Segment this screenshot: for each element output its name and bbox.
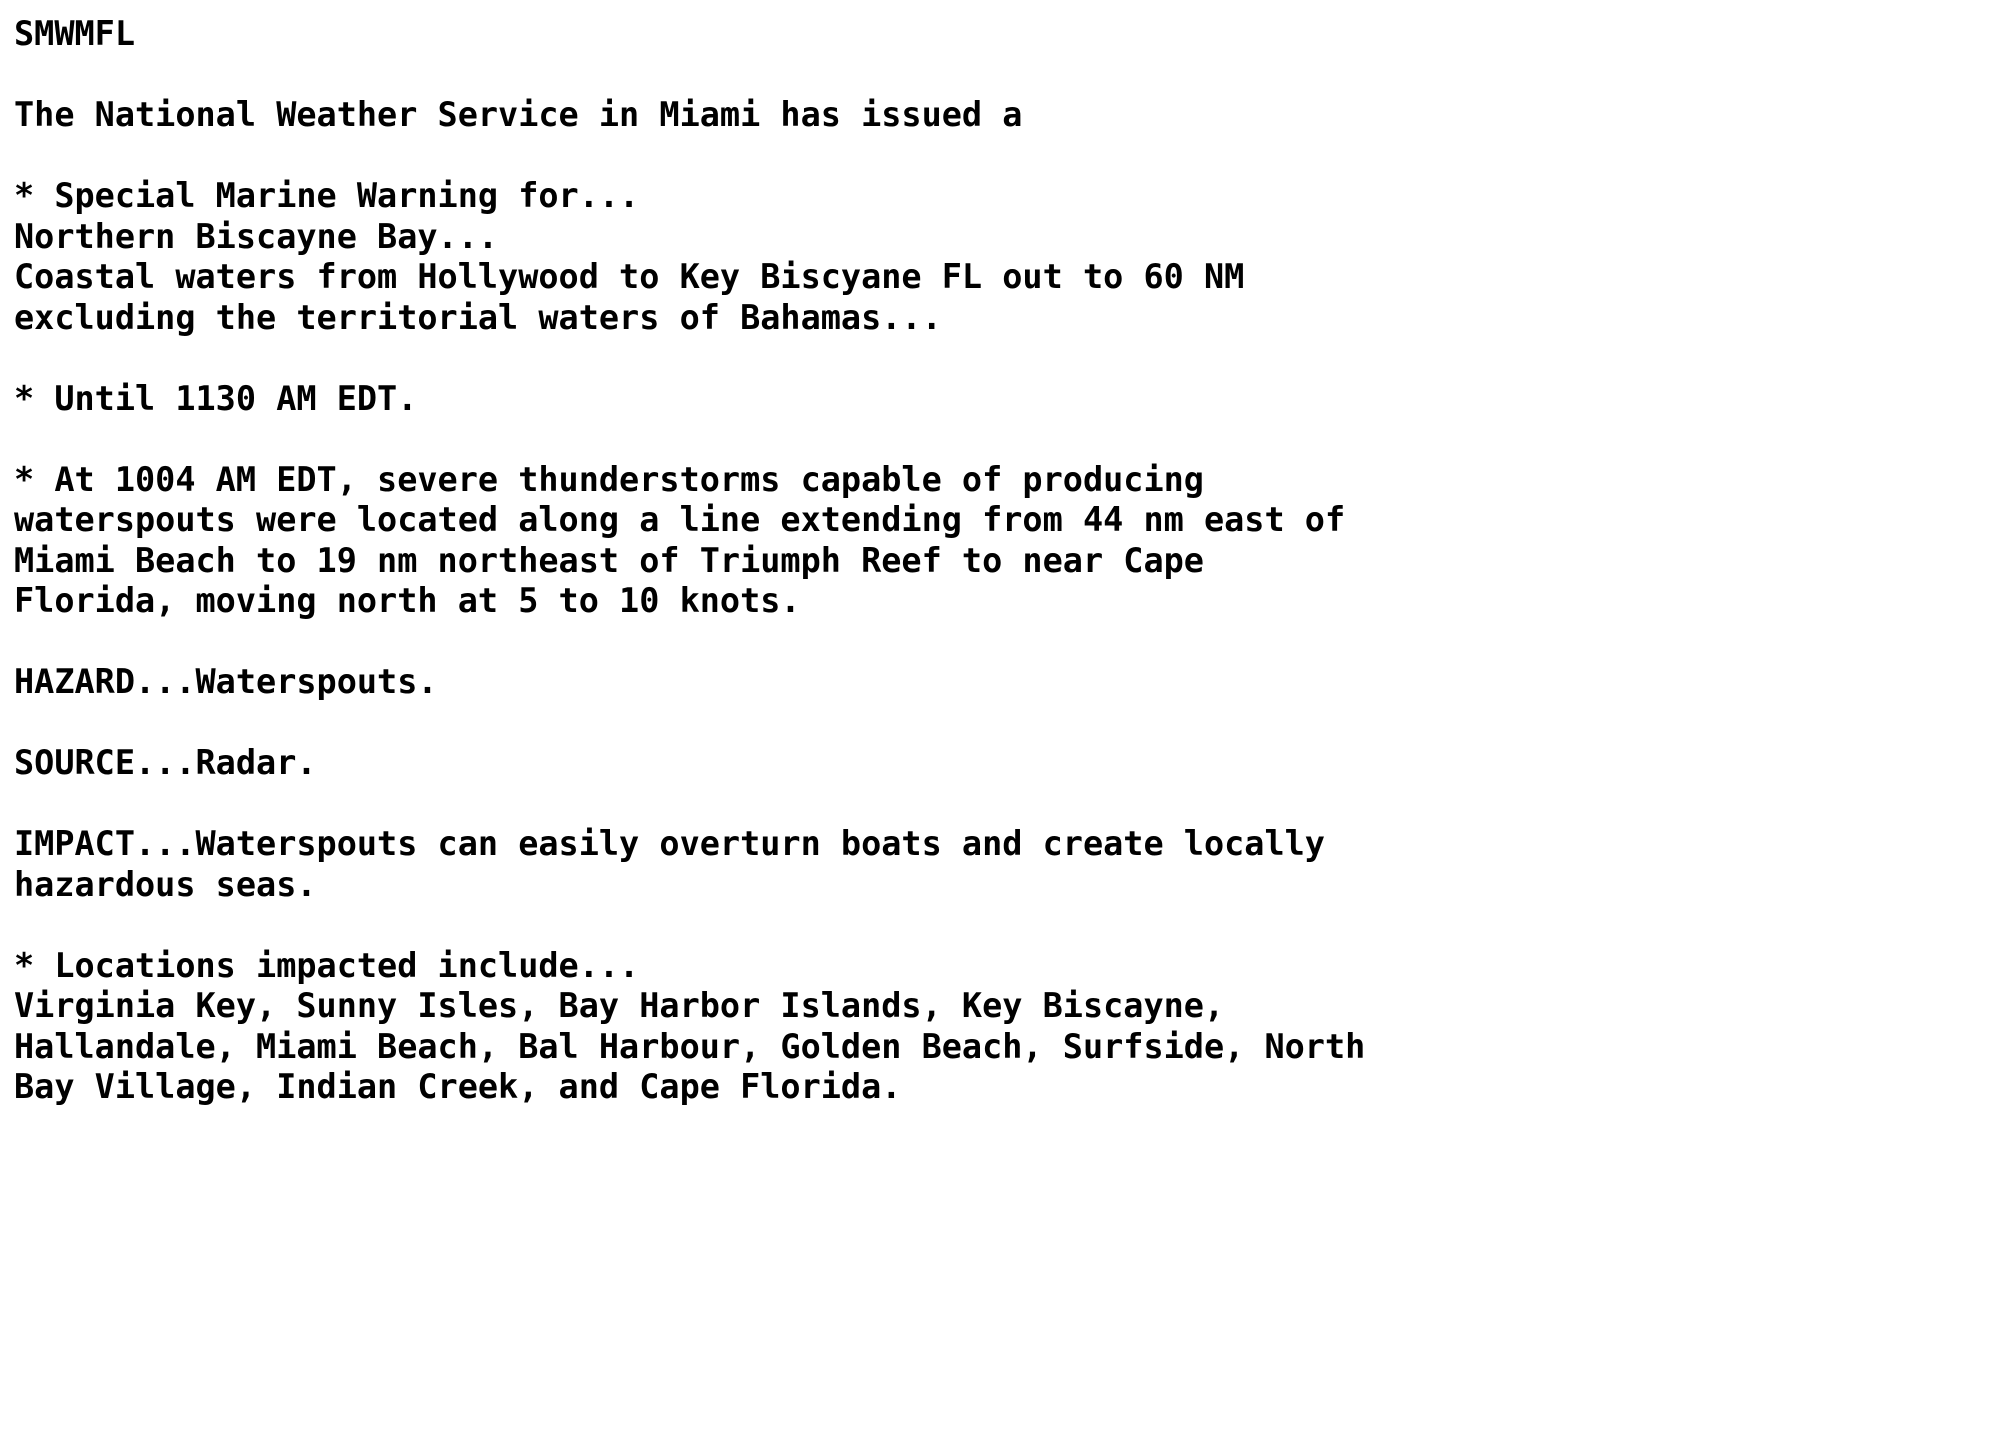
line-warning-type: * Special Marine Warning for... [14, 176, 640, 215]
line-blank [14, 622, 2000, 663]
line-product-id: SMWMFL [14, 14, 136, 53]
line-source: SOURCE...Radar. [14, 743, 317, 782]
line-observation-2: waterspouts were located along a line ex… [14, 500, 1346, 539]
line-locations-2: Hallandale, Miami Beach, Bal Harbour, Go… [14, 1026, 1366, 1066]
line-impact-2: hazardous seas. [14, 864, 317, 904]
line-locations-header: * Locations impacted include... [14, 945, 640, 985]
line-impact-1: IMPACT...Waterspouts can easily overturn… [14, 824, 1325, 863]
line-blank [14, 703, 2000, 744]
line-area-2: Coastal waters from Hollywood to Key Bis… [14, 257, 1245, 296]
line-locations-1: Virginia Key, Sunny Isles, Bay Harbor Is… [14, 986, 1225, 1025]
bulletin-page: SMWMFL The National Weather Service in Mi… [0, 0, 2000, 1429]
line-hazard: HAZARD...Waterspouts. [14, 662, 438, 701]
line-locations-3: Bay Village, Indian Creek, and Cape Flor… [14, 1067, 902, 1106]
line-blank [14, 784, 2000, 825]
line-blank [14, 136, 2000, 177]
line-observation-3: Miami Beach to 19 nm northeast of Triump… [14, 540, 1204, 580]
line-issuing-office: The National Weather Service in Miami ha… [14, 95, 1023, 134]
line-blank [14, 55, 2000, 96]
line-expiration: * Until 1130 AM EDT. [14, 378, 418, 418]
line-blank [14, 338, 2000, 379]
line-area-1: Northern Biscayne Bay... [14, 216, 499, 256]
line-blank [14, 419, 2000, 460]
line-observation-4: Florida, moving north at 5 to 10 knots. [14, 581, 801, 620]
line-area-3: excluding the territorial waters of Baha… [14, 297, 942, 337]
line-blank [14, 905, 2000, 946]
line-observation-1: * At 1004 AM EDT, severe thunderstorms c… [14, 459, 1204, 499]
bulletin-text: SMWMFL The National Weather Service in Mi… [14, 14, 2000, 1108]
